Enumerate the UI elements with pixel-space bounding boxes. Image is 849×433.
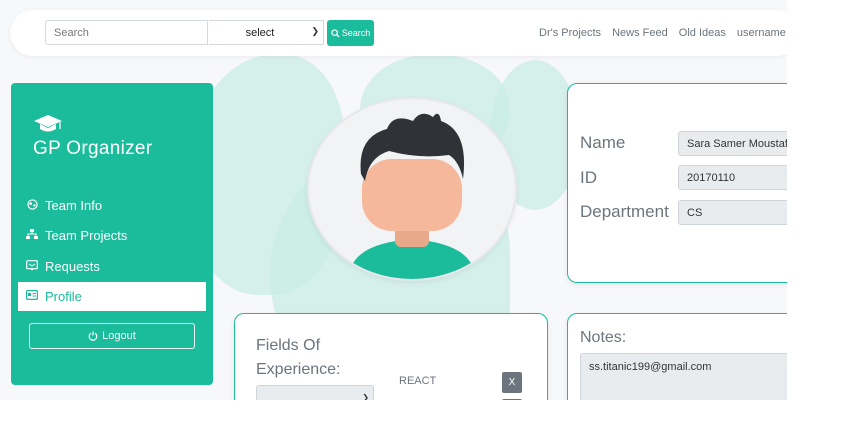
id-field[interactable]: 20170110 (678, 165, 787, 190)
search-select[interactable]: select ❯ (209, 20, 324, 45)
notes-card: Notes: ss.titanic199@gmail.com (567, 313, 787, 400)
power-icon (88, 331, 98, 341)
logout-button[interactable]: Logout (29, 323, 195, 349)
department-field[interactable]: CS (678, 200, 787, 225)
experience-select[interactable]: ❯ (256, 385, 374, 400)
search-select-value: select (245, 27, 275, 39)
avatar (307, 97, 517, 281)
sidebar: GP Organizer Team Info Team Projects Req… (11, 83, 213, 385)
sidebar-item-requests[interactable]: Requests (18, 252, 206, 281)
inbox-icon (25, 259, 39, 274)
nav-link-old-ideas[interactable]: Old Ideas (679, 27, 726, 39)
experience-title-line2: Experience: (256, 361, 341, 378)
name-label: Name (580, 133, 626, 152)
experience-card: Fields Of Experience: ❯ REACT X (234, 313, 548, 400)
nav-links: Dr's Projects News Feed Old Ideas userna… (539, 27, 787, 39)
experience-title-line1: Fields Of (256, 337, 321, 354)
graduation-cap-icon (33, 113, 63, 140)
id-label: ID (580, 168, 597, 187)
search-icon (331, 28, 340, 38)
sidebar-item-profile[interactable]: Profile (18, 282, 206, 311)
user-avatar-illustration (349, 113, 475, 279)
app-window: select ❯ Search Dr's Projects News Feed … (0, 0, 787, 400)
logout-label: Logout (102, 330, 136, 342)
remove-skill-button[interactable]: X (502, 372, 522, 393)
top-navbar: select ❯ Search Dr's Projects News Feed … (10, 10, 787, 56)
sidebar-item-team-info[interactable]: Team Info (18, 191, 206, 220)
search-button-label: Search (341, 28, 371, 38)
id-card-icon (25, 290, 39, 303)
nav-link-news-feed[interactable]: News Feed (612, 27, 668, 39)
chevron-down-icon: ❯ (362, 393, 369, 400)
experience-title: Fields Of Experience: (256, 334, 341, 382)
notes-textarea[interactable]: ss.titanic199@gmail.com (580, 353, 787, 400)
name-field[interactable]: Sara Samer Moustafa (678, 131, 787, 156)
sidebar-item-label: Requests (45, 259, 100, 274)
sidebar-item-team-projects[interactable]: Team Projects (18, 221, 206, 250)
sidebar-item-label: Team Projects (45, 228, 128, 243)
search-input[interactable] (45, 20, 208, 45)
sidebar-item-label: Profile (45, 289, 82, 304)
skill-item: REACT (399, 375, 437, 387)
sitemap-icon (25, 228, 39, 243)
department-label: Department (580, 202, 669, 221)
search-button[interactable]: Search (327, 20, 374, 46)
nav-link-drs-projects[interactable]: Dr's Projects (539, 27, 601, 39)
profile-info-card: Name Sara Samer Moustafa ID 20170110 Dep… (567, 83, 787, 283)
globe-icon (25, 198, 39, 213)
notes-title: Notes: (580, 329, 627, 346)
sidebar-item-label: Team Info (45, 198, 103, 213)
nav-link-username[interactable]: username (737, 27, 786, 39)
remove-skill-button[interactable] (502, 399, 522, 400)
chevron-down-icon: ❯ (311, 26, 319, 36)
brand-title: GP Organizer (33, 138, 153, 159)
